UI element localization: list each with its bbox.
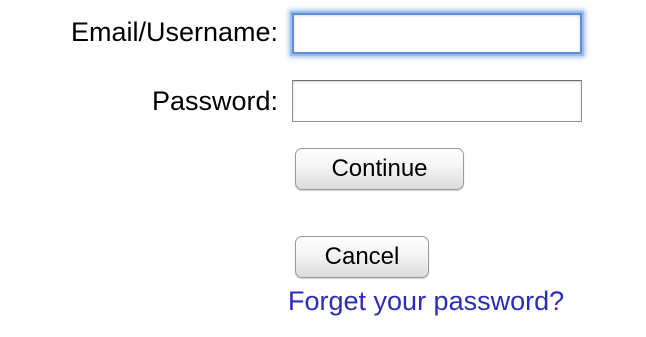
continue-button[interactable]: Continue (295, 148, 464, 190)
cancel-button[interactable]: Cancel (295, 236, 429, 278)
password-label: Password: (151, 86, 278, 116)
forgot-password-link[interactable]: Forget your password? (288, 285, 564, 317)
email-field[interactable] (292, 13, 582, 54)
email-label: Email/Username: (70, 17, 278, 47)
password-field[interactable] (292, 80, 582, 122)
